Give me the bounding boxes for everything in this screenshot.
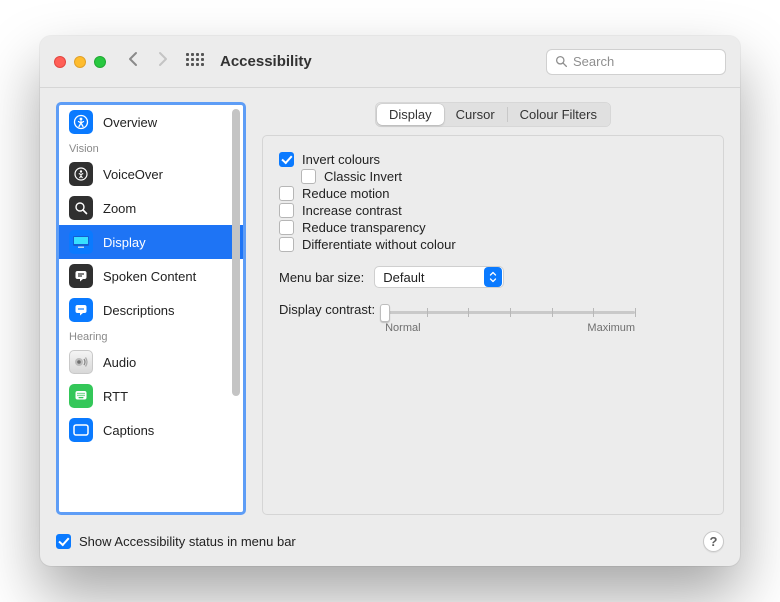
sidebar-item-label: Captions: [103, 423, 154, 438]
tab-cursor[interactable]: Cursor: [444, 104, 507, 125]
show-all-button[interactable]: [186, 53, 204, 71]
captions-icon: [69, 418, 93, 442]
sidebar-item-label: Overview: [103, 115, 157, 130]
sidebar-item-spoken-content[interactable]: Spoken Content: [59, 259, 243, 293]
sidebar-item-label: Display: [103, 235, 146, 250]
sidebar-item-zoom[interactable]: Zoom: [59, 191, 243, 225]
sidebar-item-voiceover[interactable]: VoiceOver: [59, 157, 243, 191]
sidebar-item-label: Audio: [103, 355, 136, 370]
sidebar-item-overview[interactable]: Overview: [59, 105, 243, 139]
spoken-content-icon: [69, 264, 93, 288]
display-pane: Invert colours Classic Invert Reduce mot…: [262, 135, 724, 515]
invert-colours-label: Invert colours: [302, 152, 380, 167]
tab-display[interactable]: Display: [377, 104, 444, 125]
sidebar-item-descriptions[interactable]: Descriptions: [59, 293, 243, 327]
search-input[interactable]: [573, 54, 717, 69]
differentiate-colour-checkbox[interactable]: [279, 237, 294, 252]
minimize-icon[interactable]: [74, 56, 86, 68]
descriptions-icon: [69, 298, 93, 322]
main-panel: Display Cursor Colour Filters Invert col…: [262, 102, 724, 515]
sidebar: Overview Vision VoiceOver Zoom: [56, 102, 246, 515]
reduce-transparency-checkbox[interactable]: [279, 220, 294, 235]
display-contrast-label: Display contrast:: [279, 302, 375, 317]
sidebar-item-captions[interactable]: Captions: [59, 413, 243, 447]
show-status-label: Show Accessibility status in menu bar: [79, 534, 296, 549]
sidebar-category-hearing: Hearing: [59, 327, 243, 345]
overview-icon: [69, 110, 93, 134]
reduce-transparency-label: Reduce transparency: [302, 220, 426, 235]
sidebar-item-display[interactable]: Display: [59, 225, 243, 259]
back-button[interactable]: [124, 51, 143, 72]
footer: Show Accessibility status in menu bar ?: [40, 523, 740, 566]
select-stepper-icon: [484, 267, 502, 287]
close-icon[interactable]: [54, 56, 66, 68]
contrast-min-label: Normal: [385, 322, 420, 334]
search-icon: [555, 55, 568, 68]
zoom-magnifier-icon: [69, 196, 93, 220]
tab-segmented-control: Display Cursor Colour Filters: [375, 102, 611, 127]
rtt-icon: [69, 384, 93, 408]
display-icon: [69, 230, 93, 254]
reduce-motion-label: Reduce motion: [302, 186, 389, 201]
content: Overview Vision VoiceOver Zoom: [40, 88, 740, 523]
sidebar-item-label: Spoken Content: [103, 269, 196, 284]
increase-contrast-checkbox[interactable]: [279, 203, 294, 218]
toolbar: Accessibility: [40, 36, 740, 88]
preferences-window: Accessibility Overview Vision: [40, 36, 740, 566]
invert-colours-checkbox[interactable]: [279, 152, 294, 167]
menu-bar-size-label: Menu bar size:: [279, 270, 364, 285]
differentiate-colour-label: Differentiate without colour: [302, 237, 456, 252]
voiceover-icon: [69, 162, 93, 186]
sidebar-item-label: VoiceOver: [103, 167, 163, 182]
slider-thumb[interactable]: [380, 304, 390, 322]
sidebar-item-label: Descriptions: [103, 303, 175, 318]
zoom-icon[interactable]: [94, 56, 106, 68]
classic-invert-label: Classic Invert: [324, 169, 402, 184]
menu-bar-size-value: Default: [383, 270, 424, 285]
window-title: Accessibility: [220, 53, 312, 70]
help-button[interactable]: ?: [703, 531, 724, 552]
menu-bar-size-select[interactable]: Default: [374, 266, 504, 288]
sidebar-item-audio[interactable]: Audio: [59, 345, 243, 379]
show-status-checkbox[interactable]: [56, 534, 71, 549]
sidebar-item-label: RTT: [103, 389, 128, 404]
forward-button[interactable]: [153, 51, 172, 72]
chevron-right-icon: [157, 51, 168, 67]
sidebar-scrollbar[interactable]: [232, 109, 240, 508]
display-contrast-slider[interactable]: [385, 302, 635, 322]
scrollbar-thumb[interactable]: [232, 109, 240, 396]
sidebar-item-label: Zoom: [103, 201, 136, 216]
sidebar-item-rtt[interactable]: RTT: [59, 379, 243, 413]
reduce-motion-checkbox[interactable]: [279, 186, 294, 201]
window-controls: [54, 56, 106, 68]
sidebar-category-vision: Vision: [59, 139, 243, 157]
contrast-max-label: Maximum: [587, 322, 635, 334]
classic-invert-checkbox[interactable]: [301, 169, 316, 184]
chevron-left-icon: [128, 51, 139, 67]
increase-contrast-label: Increase contrast: [302, 203, 402, 218]
audio-icon: [69, 350, 93, 374]
tab-colour-filters[interactable]: Colour Filters: [508, 104, 609, 125]
search-field[interactable]: [546, 49, 726, 75]
